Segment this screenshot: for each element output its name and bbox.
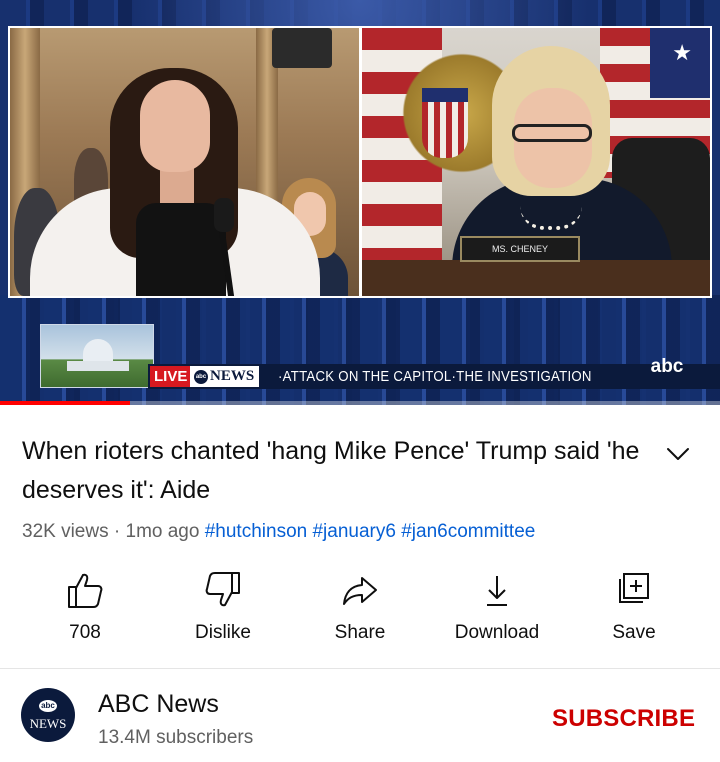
share-label: Share [334,622,386,643]
hashtag-link[interactable]: #hutchinson [205,521,307,542]
view-count: 32K views [22,521,109,542]
hashtag-link[interactable]: #january6 [312,521,395,542]
ticker-headline: ·ATTACK ON THE CAPITOL·THE INVESTIGATION [278,368,592,385]
video-player[interactable]: ★ MS. CHENEY LIVE abc NEWS ·ATTACK ON THE… [0,0,720,405]
video-panel-witness [10,28,359,296]
channel-avatar[interactable]: abc NEWS [21,688,75,742]
news-brand-text: NEWS [210,368,255,384]
video-progress-bar[interactable] [0,401,720,405]
seal-shield [422,88,468,158]
meta-separator: · [108,521,126,542]
desk [362,260,710,296]
save-to-playlist-icon [619,573,649,603]
thumbs-up-icon [68,573,103,608]
microphone [214,198,234,232]
share-button[interactable]: Share [295,568,425,644]
save-label: Save [612,622,656,643]
download-label: Download [454,622,540,643]
witness-top [136,203,226,296]
action-bar: 708 Dislike Share Download Save [0,568,720,648]
avatar-abc-mark: abc [39,700,57,712]
abc-mini-logo: abc [194,369,208,384]
dislike-button[interactable]: Dislike [158,568,288,644]
avatar-news-text: NEWS [29,716,67,731]
expand-description-button[interactable] [664,440,692,468]
abc-network-logo: abc [650,356,684,377]
like-button[interactable]: 708 [20,568,150,644]
thumbs-down-icon [205,572,240,607]
glasses [512,124,592,142]
video-metadata: 32K views · 1mo ago #hutchinson #january… [22,519,535,545]
witness-face [140,80,210,172]
nameplate: MS. CHENEY [460,236,580,262]
upload-age: 1mo ago [125,521,200,542]
channel-name[interactable]: ABC News [98,688,219,720]
star-icon: ★ [672,40,692,65]
download-button[interactable]: Download [432,568,562,644]
video-title[interactable]: When rioters chanted 'hang Mike Pence' T… [22,432,642,510]
witness-neck [160,166,194,206]
video-panel-cheney: ★ MS. CHENEY [362,28,710,296]
live-badge: LIVE [150,366,192,387]
like-count: 708 [69,622,101,643]
dislike-label: Dislike [195,622,251,643]
hashtag-link[interactable]: #jan6committee [401,521,535,542]
share-icon [343,577,377,605]
save-button[interactable]: Save [569,568,699,644]
divider [0,668,720,669]
capitol-base [67,361,129,371]
subscriber-count: 13.4M subscribers [98,727,254,748]
tv-camera [272,28,332,68]
chevron-down-icon [667,448,689,460]
video-progress-fill [0,401,130,405]
download-icon [487,576,507,606]
subscribe-button[interactable]: SUBSCRIBE [552,703,695,735]
capitol-thumbnail [40,324,154,388]
abc-news-badge: abc NEWS [190,366,260,387]
